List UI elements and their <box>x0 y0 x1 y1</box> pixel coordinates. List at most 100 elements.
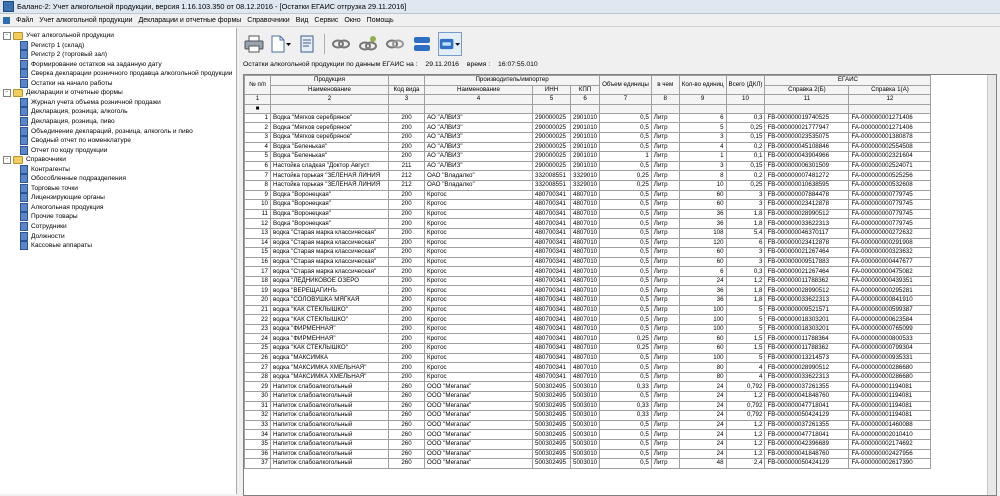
cell-total-dkl[interactable]: 0,15 <box>725 131 766 143</box>
cell-row-number[interactable]: 33 <box>244 419 271 431</box>
cell-certificate-a[interactable]: FA-000000002427956 <box>848 448 932 460</box>
cell-inn[interactable]: 480700341 <box>532 323 571 335</box>
cell-total-dkl[interactable]: 3 <box>725 199 766 210</box>
cell-product-name[interactable]: Напиток слабоалкогольный <box>270 400 389 412</box>
cell-type-code[interactable]: 200 <box>388 343 425 354</box>
cell-volume[interactable]: 0,5 <box>599 266 652 277</box>
cell-inn[interactable]: 332008551 <box>532 179 571 191</box>
cell-volume[interactable]: 0,5 <box>599 285 652 297</box>
cell-product-name[interactable]: Водка "Беленькая" <box>270 151 389 162</box>
cell-product-name[interactable]: Водка "Мягков серебряное" <box>270 122 389 133</box>
table-row[interactable]: 35 Напиток слабоалкогольный 260 ООО "Мегапа… <box>244 438 932 450</box>
menu-declarations[interactable]: Декларации и отчетные формы <box>136 17 245 24</box>
cell-volume[interactable]: 0,5 <box>599 256 652 268</box>
cell-quantity[interactable]: 24 <box>678 400 727 412</box>
table-row[interactable]: 18 водка "ЛЕДНИКОВОЕ ОЗЕРО 200 Кротос 480700… <box>244 275 932 287</box>
cell-quantity[interactable]: 100 <box>678 314 727 325</box>
cell-producer-name[interactable]: Кротос <box>424 362 533 373</box>
cell-kpp[interactable]: 4807010 <box>569 237 601 249</box>
cell-kpp[interactable]: 2901010 <box>569 131 601 143</box>
cell-volume[interactable]: 0,5 <box>599 323 652 335</box>
cell-producer-name[interactable]: Кротос <box>424 227 533 239</box>
cell-type-code[interactable]: 200 <box>388 275 425 287</box>
tree-item[interactable]: Кассовые аппараты <box>20 241 92 251</box>
cell-inn[interactable]: 290000025 <box>532 141 571 153</box>
tree-item[interactable]: Остатки на начало работы <box>20 78 113 88</box>
cell-unit[interactable]: Литр <box>650 256 680 268</box>
cell-producer-name[interactable]: Кротос <box>424 371 533 383</box>
cell-unit[interactable]: Литр <box>650 371 680 383</box>
cell-type-code[interactable]: 200 <box>388 362 425 373</box>
cell-inn[interactable]: 480700341 <box>532 362 571 373</box>
cell-volume[interactable]: 0,25 <box>599 343 652 354</box>
cell-volume[interactable]: 0,5 <box>599 275 652 287</box>
cell-total-dkl[interactable]: 0,2 <box>725 170 766 181</box>
cell-type-code[interactable]: 260 <box>388 429 425 440</box>
cell-row-number[interactable]: 20 <box>244 295 271 306</box>
tree-item[interactable]: Отчет по коду продукции <box>20 145 107 155</box>
cell-volume[interactable]: 0,33 <box>599 381 652 392</box>
column-header-kpp[interactable]: КПП <box>569 84 601 96</box>
cell-quantity[interactable]: 36 <box>678 295 727 306</box>
cell-certificate-b[interactable]: FB-000000011788362 <box>764 343 850 354</box>
cell-kpp[interactable]: 5003010 <box>569 419 601 431</box>
cell-row-number[interactable]: 24 <box>244 333 271 345</box>
cell-kpp[interactable]: 4807010 <box>569 199 601 210</box>
cell-inn[interactable]: 480700341 <box>532 343 571 354</box>
cell-volume[interactable]: 0,5 <box>599 112 652 124</box>
new-row-marker[interactable]: ■ <box>244 103 932 114</box>
cell-row-number[interactable]: 31 <box>244 400 271 412</box>
cell-producer-name[interactable]: Кротос <box>424 343 533 354</box>
cell-volume[interactable]: 0,5 <box>599 314 652 325</box>
cell-type-code[interactable]: 200 <box>388 151 425 162</box>
tree-item[interactable]: Журнал учета объема розничной продажи <box>20 97 161 107</box>
cell-certificate-a[interactable]: FA-000000000800533 <box>848 333 932 345</box>
table-row[interactable]: 14 водка "Старая марка классическая" 200 Кр… <box>244 237 932 249</box>
cell-row-number[interactable]: 19 <box>244 285 271 297</box>
column-header-producer-name[interactable]: Наименование <box>424 84 533 96</box>
cell-producer-name[interactable]: АО "АЛВИЗ" <box>424 131 533 143</box>
cell-certificate-a[interactable]: FA-000000000532608 <box>848 179 932 191</box>
cell-volume[interactable]: 0,25 <box>599 170 652 181</box>
cell-inn[interactable]: 290000025 <box>532 151 571 162</box>
cell-certificate-a[interactable]: FA-000000002524071 <box>848 160 932 172</box>
cell-certificate-b[interactable]: FB-000000045108846 <box>764 141 850 153</box>
cell-certificate-b[interactable]: FB-000000023412878 <box>764 237 850 249</box>
cell-kpp[interactable]: 4807010 <box>569 247 601 258</box>
cell-total-dkl[interactable]: 0,3 <box>725 112 766 124</box>
cell-type-code[interactable]: 200 <box>388 371 425 383</box>
cell-certificate-a[interactable]: FA-000000000439351 <box>848 275 932 287</box>
cell-volume[interactable]: 0,5 <box>599 458 652 469</box>
cell-row-number[interactable]: 12 <box>244 218 271 229</box>
cell-row-number[interactable]: 1 <box>244 112 271 124</box>
collapse-toggle-icon[interactable]: − <box>3 88 11 97</box>
table-row[interactable]: 17 водка "Старая марка классическая" 200 Кр… <box>244 266 932 277</box>
cell-volume[interactable]: 0,5 <box>599 295 652 306</box>
cell-quantity[interactable]: 100 <box>678 323 727 335</box>
cell-producer-name[interactable]: ООО "Мегапак" <box>424 438 533 450</box>
menu-alcohol-accounting[interactable]: Учет алкогольной продукции <box>36 17 135 24</box>
cell-product-name[interactable]: водка "КАК СТЕКЛЫШКО" <box>270 314 389 325</box>
cell-kpp[interactable]: 2901010 <box>569 160 601 172</box>
cell-certificate-b[interactable]: FB-000000033622313 <box>764 218 850 229</box>
cell-inn[interactable]: 500302495 <box>532 438 571 450</box>
table-row[interactable]: 9 Водка "Воронецкая" 200 Кротос 480700341 480… <box>244 189 932 201</box>
cell-inn[interactable]: 480700341 <box>532 237 571 249</box>
cell-row-number[interactable]: 9 <box>244 189 271 201</box>
cell-product-name[interactable]: водка "КАК СТЕКЛЫШКО" <box>270 343 389 354</box>
cell-kpp[interactable]: 4807010 <box>569 314 601 325</box>
data-grid[interactable]: № п/п Продукция Производитель/импортер О… <box>243 74 997 496</box>
cell-certificate-b[interactable]: FB-000000019740525 <box>764 112 850 124</box>
cell-volume[interactable]: 0,5 <box>599 448 652 460</box>
cell-quantity[interactable]: 36 <box>678 208 727 220</box>
cell-row-number[interactable]: 15 <box>244 247 271 258</box>
cell-kpp[interactable]: 4807010 <box>569 256 601 268</box>
cell-unit[interactable]: Литр <box>650 448 680 460</box>
cell-total-dkl[interactable]: 0,3 <box>725 266 766 277</box>
cell-inn[interactable]: 480700341 <box>532 304 571 316</box>
cell-row-number[interactable]: 27 <box>244 362 271 373</box>
cell-type-code[interactable]: 211 <box>388 160 425 172</box>
cell-volume[interactable]: 0,5 <box>599 304 652 316</box>
cell-product-name[interactable]: водка "ФИРМЕННАЯ" <box>270 323 389 335</box>
cell-type-code[interactable]: 200 <box>388 256 425 268</box>
